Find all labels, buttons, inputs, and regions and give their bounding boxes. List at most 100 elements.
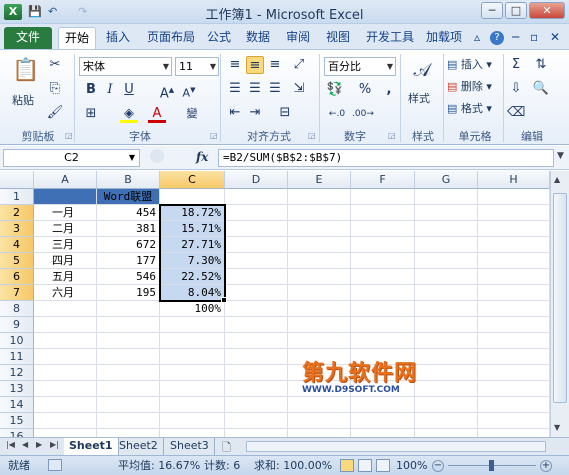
row-header-7[interactable]: 7 <box>0 285 34 301</box>
increase-indent-icon[interactable]: ⇥ <box>246 104 264 122</box>
cell-e15[interactable] <box>288 413 351 429</box>
cell-g15[interactable] <box>415 413 478 429</box>
cell-c5[interactable]: 7.30% <box>160 253 225 269</box>
italic-icon[interactable]: I <box>101 81 119 99</box>
cell-h3[interactable] <box>478 221 550 237</box>
cell-e9[interactable] <box>288 317 351 333</box>
copy-icon[interactable]: ⎘ <box>46 80 64 98</box>
tab-sheet3[interactable]: Sheet3 <box>165 438 215 455</box>
cell-b11[interactable] <box>97 349 160 365</box>
cell-f10[interactable] <box>351 333 415 349</box>
row-header-16[interactable]: 16 <box>0 429 34 437</box>
fill-handle[interactable] <box>221 297 227 303</box>
cell-d3[interactable] <box>225 221 288 237</box>
cell-g9[interactable] <box>415 317 478 333</box>
cell-c13[interactable] <box>160 381 225 397</box>
percent-style-icon[interactable]: % <box>356 81 374 99</box>
cell-b5[interactable]: 177 <box>97 253 160 269</box>
cell-a3[interactable]: 二月 <box>34 221 97 237</box>
paste-icon[interactable]: 📋 <box>12 56 39 86</box>
cell-b9[interactable] <box>97 317 160 333</box>
font-color-icon[interactable]: A <box>148 105 166 123</box>
delete-cells-button[interactable]: ▤ 删除 ▾ <box>447 78 492 94</box>
next-sheet-icon[interactable]: ▶ <box>36 440 42 449</box>
first-sheet-icon[interactable]: |◀ <box>6 440 15 449</box>
prev-sheet-icon[interactable]: ◀ <box>22 440 28 449</box>
tab-review[interactable]: 审阅 <box>280 27 316 49</box>
formula-input[interactable]: =B2/SUM($B$2:$B$7) <box>218 149 554 167</box>
last-sheet-icon[interactable]: ▶| <box>50 440 59 449</box>
number-format-select[interactable]: 百分比 ▼ <box>324 57 396 76</box>
cell-d4[interactable] <box>225 237 288 253</box>
cell-g1[interactable] <box>415 189 478 205</box>
insert-function-button[interactable]: fx <box>196 150 208 164</box>
cell-b13[interactable] <box>97 381 160 397</box>
cell-c14[interactable] <box>160 397 225 413</box>
minimize-button[interactable]: ─ <box>481 2 503 19</box>
cell-h1[interactable] <box>478 189 550 205</box>
row-header-9[interactable]: 9 <box>0 317 34 333</box>
tab-addins[interactable]: 加载项 <box>420 27 468 49</box>
cell-a2[interactable]: 一月 <box>34 205 97 221</box>
cell-h8[interactable] <box>478 301 550 317</box>
close-button[interactable]: ✕ <box>529 2 565 19</box>
paste-button[interactable]: 粘贴 <box>12 92 34 108</box>
cell-b6[interactable]: 546 <box>97 269 160 285</box>
page-layout-view-icon[interactable] <box>358 459 372 472</box>
cell-d13[interactable] <box>225 381 288 397</box>
cell-a10[interactable] <box>34 333 97 349</box>
cell-f14[interactable] <box>351 397 415 413</box>
zoom-slider-thumb[interactable] <box>489 460 494 471</box>
cell-a13[interactable] <box>34 381 97 397</box>
cell-e7[interactable] <box>288 285 351 301</box>
clipboard-launcher-icon[interactable]: ◲ <box>65 131 73 140</box>
bold-icon[interactable]: B <box>82 81 100 99</box>
number-launcher-icon[interactable]: ◲ <box>388 131 396 140</box>
cell-a11[interactable] <box>34 349 97 365</box>
align-left-icon[interactable]: ☰ <box>226 80 244 98</box>
row-header-8[interactable]: 8 <box>0 301 34 317</box>
cell-d6[interactable] <box>225 269 288 285</box>
clear-icon[interactable]: ⌫ <box>507 104 525 122</box>
scroll-up-icon[interactable]: ▲ <box>554 175 560 184</box>
tab-developer[interactable]: 开发工具 <box>360 27 420 49</box>
format-painter-icon[interactable]: 🖌 <box>46 104 64 122</box>
cell-h7[interactable] <box>478 285 550 301</box>
row-header-13[interactable]: 13 <box>0 381 34 397</box>
cell-h14[interactable] <box>478 397 550 413</box>
cell-b7[interactable]: 195 <box>97 285 160 301</box>
cell-h4[interactable] <box>478 237 550 253</box>
cell-g7[interactable] <box>415 285 478 301</box>
cell-b8[interactable] <box>97 301 160 317</box>
cell-b10[interactable] <box>97 333 160 349</box>
ribbon-minimize-icon[interactable]: ▵ <box>474 30 480 44</box>
maximize-button[interactable]: □ <box>505 2 527 19</box>
cell-b3[interactable]: 381 <box>97 221 160 237</box>
cell-g6[interactable] <box>415 269 478 285</box>
cell-d7[interactable] <box>225 285 288 301</box>
cell-g10[interactable] <box>415 333 478 349</box>
cell-c11[interactable] <box>160 349 225 365</box>
cell-g4[interactable] <box>415 237 478 253</box>
horizontal-scrollbar[interactable] <box>246 441 546 452</box>
cell-d11[interactable] <box>225 349 288 365</box>
cell-a12[interactable] <box>34 365 97 381</box>
cell-c3[interactable]: 15.71% <box>160 221 225 237</box>
cell-c12[interactable] <box>160 365 225 381</box>
cell-g3[interactable] <box>415 221 478 237</box>
cell-d14[interactable] <box>225 397 288 413</box>
cell-e1[interactable] <box>288 189 351 205</box>
zoom-in-icon[interactable]: + <box>540 460 552 472</box>
row-header-5[interactable]: 5 <box>0 253 34 269</box>
cell-d15[interactable] <box>225 413 288 429</box>
tab-sheet1[interactable]: Sheet1 <box>64 438 119 455</box>
cell-f3[interactable] <box>351 221 415 237</box>
cell-h10[interactable] <box>478 333 550 349</box>
column-header-c[interactable]: C <box>160 171 225 189</box>
vertical-scrollbar[interactable]: ▲ ▼ <box>550 171 569 437</box>
row-header-14[interactable]: 14 <box>0 397 34 413</box>
cell-a6[interactable]: 五月 <box>34 269 97 285</box>
cell-b2[interactable]: 454 <box>97 205 160 221</box>
fill-color-icon[interactable]: ◈ <box>120 105 138 123</box>
cell-h12[interactable] <box>478 365 550 381</box>
